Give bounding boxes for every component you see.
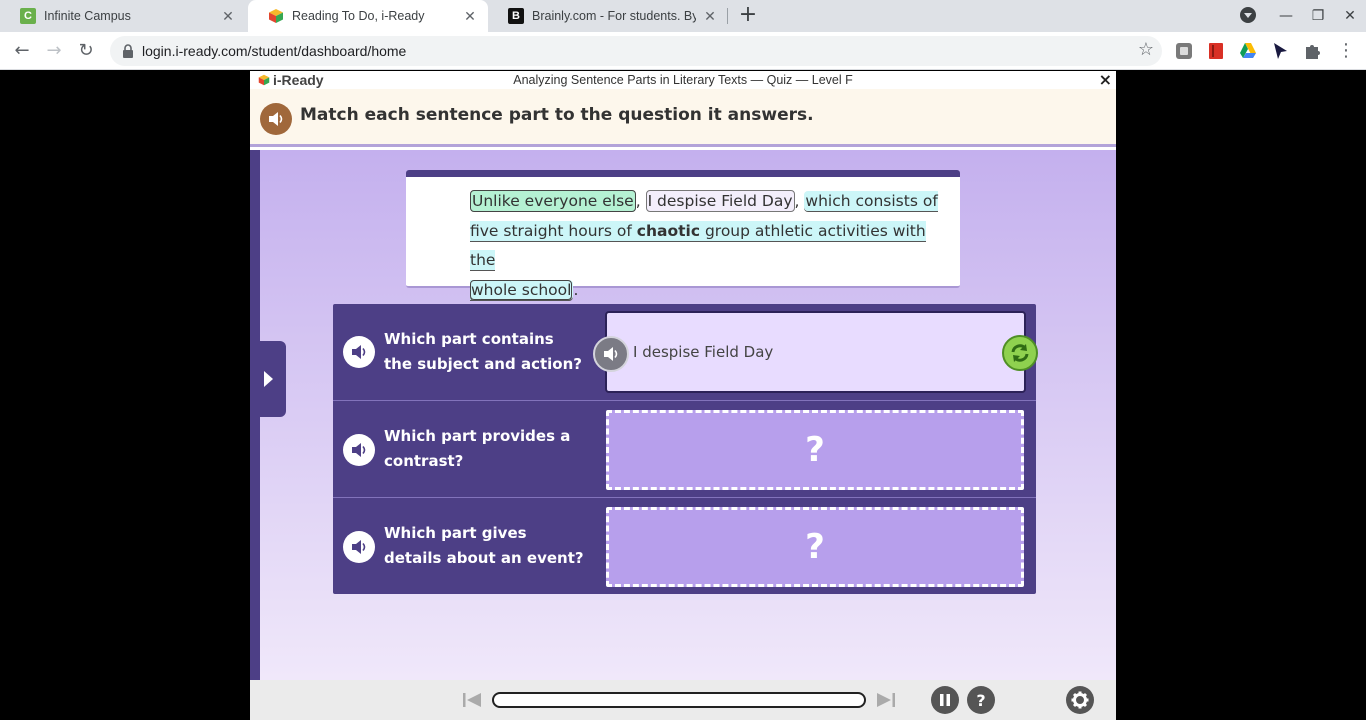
expand-sidebar-button[interactable] (250, 341, 286, 417)
question-text: Which part provides a contrast? (384, 427, 571, 470)
close-icon[interactable]: ✕ (220, 8, 236, 24)
reload-icon[interactable]: ↻ (74, 39, 98, 63)
answer-text: I despise Field Day (633, 343, 774, 361)
answer-drop-zone[interactable]: ? (606, 507, 1024, 587)
restore-icon[interactable]: ❐ (1308, 6, 1328, 26)
swap-refresh-icon[interactable] (1002, 335, 1038, 371)
settings-gear-icon[interactable] (1066, 686, 1094, 714)
window-close-icon[interactable]: ✕ (1340, 6, 1360, 26)
tab-title: Infinite Campus (44, 9, 131, 23)
back-icon[interactable]: ← (10, 39, 34, 63)
app-header: i-Ready Analyzing Sentence Parts in Lite… (250, 70, 1116, 89)
close-icon[interactable]: ✕ (462, 8, 478, 24)
menu-kebab-icon[interactable]: ⋮ (1334, 39, 1358, 63)
iready-cube-icon (268, 8, 284, 24)
question-row: Which part gives details about an event?… (333, 497, 1036, 593)
address-bar[interactable]: login.i-ready.com/student/dashboard/home… (110, 36, 1162, 66)
speaker-icon[interactable] (260, 103, 292, 135)
lesson-title: Analyzing Sentence Parts in Literary Tex… (513, 73, 853, 87)
tab-title: Reading To Do, i-Ready (292, 9, 425, 23)
forward-icon[interactable]: → (42, 39, 66, 63)
sentence-part-contrast[interactable]: Unlike everyone else (470, 190, 636, 212)
tab-separator (727, 8, 728, 24)
minimize-icon[interactable]: — (1276, 6, 1296, 26)
lesson-footer: ? (250, 680, 1116, 720)
sentence-part-subject-action[interactable]: I despise Field Day (645, 190, 795, 212)
skip-forward-icon[interactable] (876, 692, 896, 708)
speaker-icon[interactable] (343, 531, 375, 563)
tab-title: Brainly.com - For students. By students. (532, 9, 696, 23)
bookmark-star-icon[interactable]: ☆ (1138, 39, 1154, 60)
cursor-extension-icon[interactable] (1271, 42, 1289, 60)
question-row: Which part contains the subject and acti… (333, 304, 1038, 400)
speaker-icon[interactable] (343, 336, 375, 368)
close-icon[interactable]: ✕ (702, 8, 718, 24)
quiz-stage: Unlike everyone else, I despise Field Da… (250, 150, 1116, 680)
brainly-icon: B (508, 8, 524, 24)
pause-icon (940, 694, 950, 706)
question-text: Which part contains the subject and acti… (384, 330, 582, 373)
lock-icon (123, 44, 133, 58)
passage-text: Unlike everyone else, I despise Field Da… (470, 190, 938, 300)
question-row: Which part provides a contrast? ? (333, 400, 1036, 496)
passage-card: Unlike everyone else, I despise Field Da… (406, 170, 960, 300)
tab-infinite-campus[interactable]: C Infinite Campus ✕ (0, 0, 246, 32)
browser-tab-strip: C Infinite Campus ✕ Reading To Do, i-Rea… (0, 0, 1366, 32)
infinite-campus-icon: C (20, 8, 36, 24)
red-book-extension-icon[interactable] (1207, 42, 1225, 60)
matching-panel: Which part contains the subject and acti… (333, 304, 1038, 594)
instruction-text: Match each sentence part to the question… (300, 105, 814, 125)
speaker-icon[interactable] (343, 434, 375, 466)
extension-icon[interactable] (1175, 42, 1193, 60)
tab-brainly[interactable]: B Brainly.com - For students. By student… (488, 0, 728, 32)
iready-app: i-Ready Analyzing Sentence Parts in Lite… (250, 70, 1116, 720)
browser-toolbar: ← → ↻ login.i-ready.com/student/dashboar… (0, 32, 1366, 70)
question-text: Which part gives details about an event? (384, 524, 584, 567)
help-button[interactable]: ? (967, 686, 995, 714)
extensions-puzzle-icon[interactable] (1303, 42, 1321, 60)
progress-bar (492, 692, 866, 708)
new-tab-button[interactable]: + (736, 4, 760, 28)
url-text: login.i-ready.com/student/dashboard/home (142, 43, 407, 59)
chevron-right-icon (264, 371, 273, 387)
speaker-icon[interactable] (593, 336, 629, 372)
google-drive-icon[interactable] (1239, 42, 1257, 60)
skip-back-icon[interactable] (462, 692, 482, 708)
answer-slot-filled[interactable]: I despise Field Day (593, 311, 1038, 393)
tab-search-icon[interactable] (1238, 6, 1258, 26)
instruction-bar: Match each sentence part to the question… (250, 89, 1116, 147)
pause-button[interactable] (931, 686, 959, 714)
answer-drop-zone[interactable]: ? (606, 410, 1024, 490)
close-lesson-button[interactable]: × (1099, 70, 1112, 89)
tab-iready[interactable]: Reading To Do, i-Ready ✕ (248, 0, 488, 32)
